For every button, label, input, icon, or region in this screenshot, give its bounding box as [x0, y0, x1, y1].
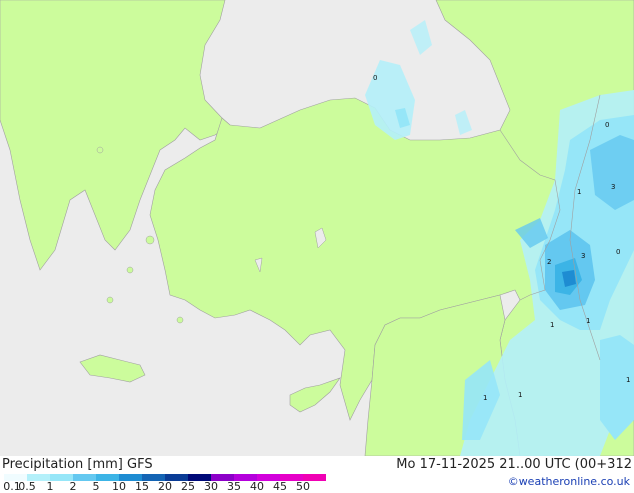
contour-label: 1: [518, 391, 522, 399]
color-scale-tick: 30: [204, 480, 218, 493]
legend-title: Precipitation [mm] GFS: [2, 458, 153, 472]
credit-link[interactable]: ©weatheronline.co.uk: [508, 475, 630, 489]
color-scale-tick: 20: [158, 480, 172, 493]
land-cyprus: [289, 377, 341, 413]
color-scale-tick: 25: [181, 480, 195, 493]
legend-model: GFS: [127, 457, 153, 472]
color-scale-tick: 50: [296, 480, 310, 493]
land-crete: [79, 354, 146, 383]
precipitation-map: 0 0 1 3 0 2 3 1 1 1 1 1: [0, 0, 634, 456]
color-scale-tick: 2: [69, 480, 77, 493]
contour-label: 0: [616, 248, 620, 256]
color-scale-tick: 0.5: [18, 480, 36, 493]
color-scale-tick: 35: [227, 480, 241, 493]
color-scale-tick: 1: [46, 480, 54, 493]
legend-title-text: Precipitation [mm]: [2, 457, 123, 472]
contour-label: 0: [605, 121, 609, 129]
contour-label: 0: [373, 74, 377, 82]
contour-label: 2: [547, 258, 551, 266]
color-scale-tick: 10: [112, 480, 126, 493]
color-scale-tick: 45: [273, 480, 287, 493]
contour-label: 3: [611, 183, 615, 191]
color-scale-ticks: 0.1 0.5 1 2 5 10 15 20 25 30 35 40 45 50: [0, 480, 340, 493]
forecast-datetime: Mo 17-11-2025 21..00 UTC (00+312: [396, 457, 632, 472]
contour-label: 1: [626, 376, 630, 384]
color-scale-tick: 5: [92, 480, 100, 493]
contour-label: 1: [586, 317, 590, 325]
contour-label: 1: [577, 188, 581, 196]
contour-label: 1: [550, 321, 554, 329]
color-scale-tick: 15: [135, 480, 149, 493]
color-scale-tick: 40: [250, 480, 264, 493]
contour-label: 1: [483, 394, 487, 402]
contour-label: 3: [581, 252, 585, 260]
